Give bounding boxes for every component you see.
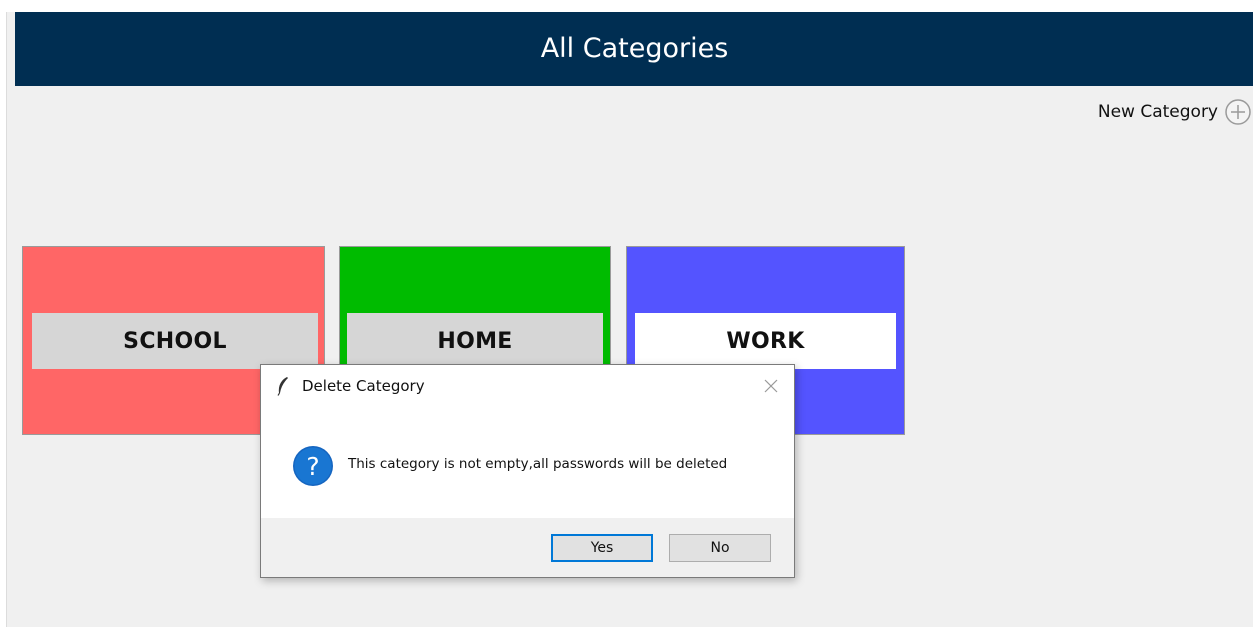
header-bar: All Categories	[15, 12, 1253, 86]
new-category-label: New Category	[1097, 102, 1218, 122]
dialog-title: Delete Category	[302, 377, 425, 395]
feather-icon	[277, 377, 288, 396]
plus-circle-icon[interactable]	[1224, 98, 1252, 126]
category-label-work[interactable]: WORK	[635, 313, 896, 369]
page-title: All Categories	[540, 32, 729, 64]
new-category-button[interactable]: New Category	[1098, 98, 1252, 126]
no-button[interactable]: No	[669, 534, 771, 562]
dialog-titlebar[interactable]: Delete Category	[261, 365, 794, 407]
category-label-school[interactable]: SCHOOL	[32, 313, 318, 369]
svg-text:?: ?	[306, 452, 319, 481]
yes-button[interactable]: Yes	[551, 534, 653, 562]
delete-category-dialog: Delete Category ? This category is not e…	[260, 364, 795, 578]
category-label-home[interactable]: HOME	[347, 313, 603, 369]
dialog-message: This category is not empty,all passwords…	[348, 456, 728, 472]
question-icon: ?	[293, 446, 333, 486]
close-icon[interactable]	[760, 375, 782, 397]
dialog-footer: Yes No	[261, 518, 794, 577]
